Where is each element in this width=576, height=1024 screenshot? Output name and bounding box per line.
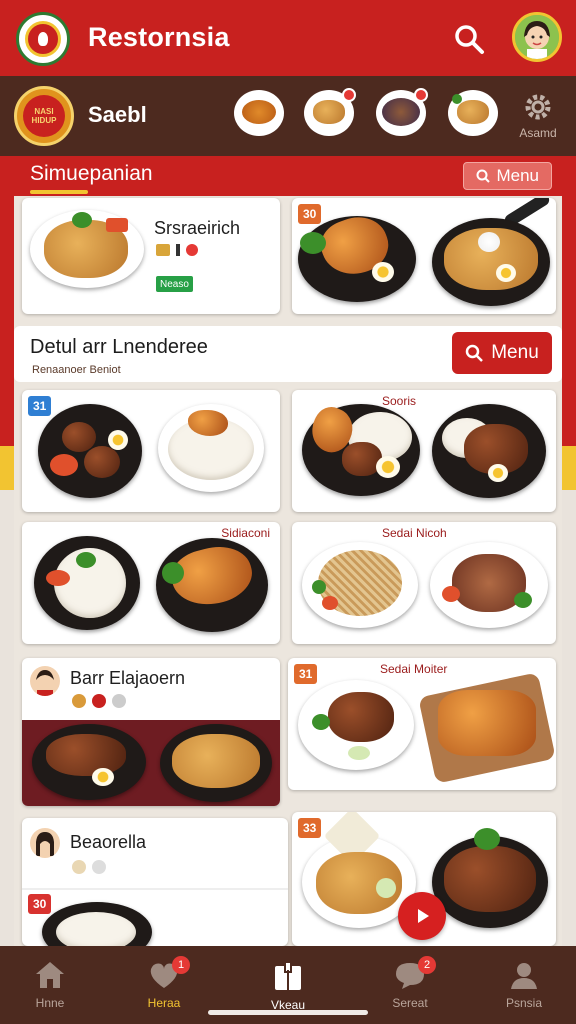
dish-title: Barr Elajaoern [70,668,186,688]
dish-tag: 33 [298,818,322,838]
dish-card[interactable]: Srsraeirich Neaso [22,198,280,314]
dish-title: Beaorella [70,832,147,852]
featured-title: Detul arr Lnenderee [30,336,208,358]
category-fried-rice[interactable] [448,90,498,136]
category-bar: NASI HIDUP Saebl Asamd [0,76,576,156]
category-bar-label: Saebl [88,102,147,127]
nav-favorites[interactable]: 1 Heraa [124,956,204,1010]
dish-label: Sidiaconi [221,526,270,540]
dish-card[interactable]: Beaorella 30 [22,818,288,946]
search-icon[interactable] [452,22,486,56]
dish-title: Srsraeirich [154,218,241,238]
chef-avatar [30,828,60,858]
dish-card[interactable]: Sidiaconi [22,522,280,644]
notification-badge: 1 [172,956,190,974]
category-rice-bowl[interactable] [304,88,356,136]
app-header: Restornsia [0,0,576,76]
home-icon [36,962,64,988]
menu-chip-button[interactable]: Menu [463,162,552,190]
settings-button[interactable]: Asamd [518,92,558,150]
nav-messages[interactable]: 2 Sereat [370,956,450,1010]
dish-tag: 30 [298,204,322,224]
category-platter[interactable] [376,88,428,136]
app-title: Restornsia [88,22,230,52]
dish-tag: 31 [294,664,318,684]
nav-menu[interactable]: Vkeau [248,960,328,1012]
restaurant-badge: NASI HIDUP [14,86,74,146]
dish-card[interactable]: 31 [22,390,280,512]
section-title: Simuepanian [30,162,153,185]
dish-tag: 31 [28,396,52,416]
nav-home[interactable]: Hnne [10,960,90,1010]
menu-book-icon [275,961,301,990]
section-header: Simuepanian Menu [14,156,562,196]
dish-card[interactable]: Sooris [292,390,556,512]
play-video-button[interactable] [398,892,446,940]
dish-label: Sedai Nicoh [382,526,447,540]
category-curry[interactable] [234,90,284,136]
dish-label: Sooris [382,394,417,408]
notification-badge: 2 [418,956,436,974]
notification-dot [414,88,428,102]
user-avatar[interactable] [512,12,562,62]
featured-subtitle: Renaanoer Beniot [32,364,121,376]
search-icon [465,344,484,362]
profile-icon [511,963,537,989]
dish-card[interactable]: Barr Elajaoern [22,658,280,806]
menu-button[interactable]: Menu [452,332,552,374]
gear-icon [525,94,551,120]
dish-tag: 30 [28,894,52,914]
dish-label: Sedai Moiter [380,662,448,676]
nav-profile[interactable]: Psnsia [484,960,564,1010]
dish-card[interactable]: Sedai Nicoh [292,522,556,644]
chef-avatar [30,666,60,696]
featured-section: Detul arr Lnenderee Renaanoer Beniot Men… [14,326,562,382]
home-indicator [208,1010,368,1015]
notification-dot [342,88,356,102]
play-icon [418,909,429,923]
dish-card[interactable]: 31 Sedai Moiter [288,658,556,790]
dish-card[interactable]: 33 [292,812,556,946]
search-icon [476,169,491,183]
app-logo [16,12,70,66]
status-badge: Neaso [156,276,193,292]
dish-card[interactable]: 30 [292,198,556,314]
